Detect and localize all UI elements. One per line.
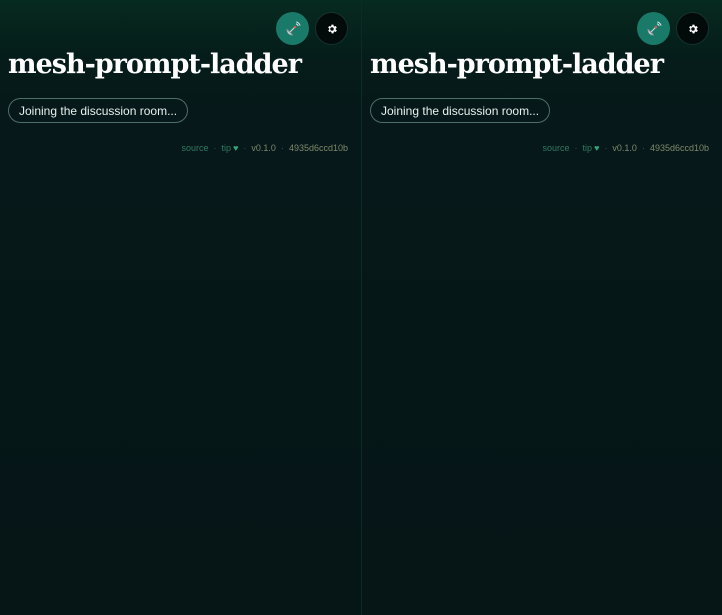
- gear-icon: [327, 24, 337, 33]
- version-label: v0.1.0: [251, 143, 276, 153]
- separator: ·: [213, 143, 217, 153]
- radar-button[interactable]: [637, 12, 670, 45]
- commit-hash: 4935d6ccd10b: [288, 143, 348, 153]
- right-pane: mesh-prompt-ladder Joining the discussio…: [361, 0, 722, 615]
- footer-meta: source · tip ♥ · v0.1.0 · 4935d6ccd10b: [182, 143, 348, 153]
- heart-icon: ♥: [233, 143, 239, 153]
- tip-link[interactable]: tip ♥: [222, 143, 239, 153]
- left-pane: mesh-prompt-ladder Joining the discussio…: [0, 0, 361, 615]
- source-link[interactable]: source: [543, 143, 570, 153]
- header-actions: [637, 12, 709, 45]
- separator: ·: [280, 143, 284, 153]
- satellite-dish-icon: [286, 20, 301, 35]
- radar-button[interactable]: [276, 12, 309, 45]
- commit-hash: 4935d6ccd10b: [649, 143, 709, 153]
- app-title: mesh-prompt-ladder: [370, 49, 664, 80]
- header-actions: [276, 12, 348, 45]
- separator: ·: [574, 143, 578, 153]
- settings-button[interactable]: [676, 12, 709, 45]
- satellite-dish-icon: [647, 20, 662, 35]
- tip-link[interactable]: tip ♥: [583, 143, 600, 153]
- split-view: mesh-prompt-ladder Joining the discussio…: [0, 0, 722, 615]
- source-link[interactable]: source: [182, 143, 209, 153]
- tip-label: tip: [582, 143, 593, 153]
- separator: ·: [641, 143, 645, 153]
- status-pill: Joining the discussion room...: [370, 98, 551, 123]
- heart-icon: ♥: [594, 143, 600, 153]
- status-pill: Joining the discussion room...: [8, 98, 189, 123]
- app-title: mesh-prompt-ladder: [8, 49, 302, 80]
- separator: ·: [243, 143, 247, 153]
- version-label: v0.1.0: [612, 143, 637, 153]
- gear-icon: [688, 24, 698, 33]
- tip-label: tip: [221, 143, 232, 153]
- separator: ·: [604, 143, 608, 153]
- settings-button[interactable]: [315, 12, 348, 45]
- footer-meta: source · tip ♥ · v0.1.0 · 4935d6ccd10b: [543, 143, 709, 153]
